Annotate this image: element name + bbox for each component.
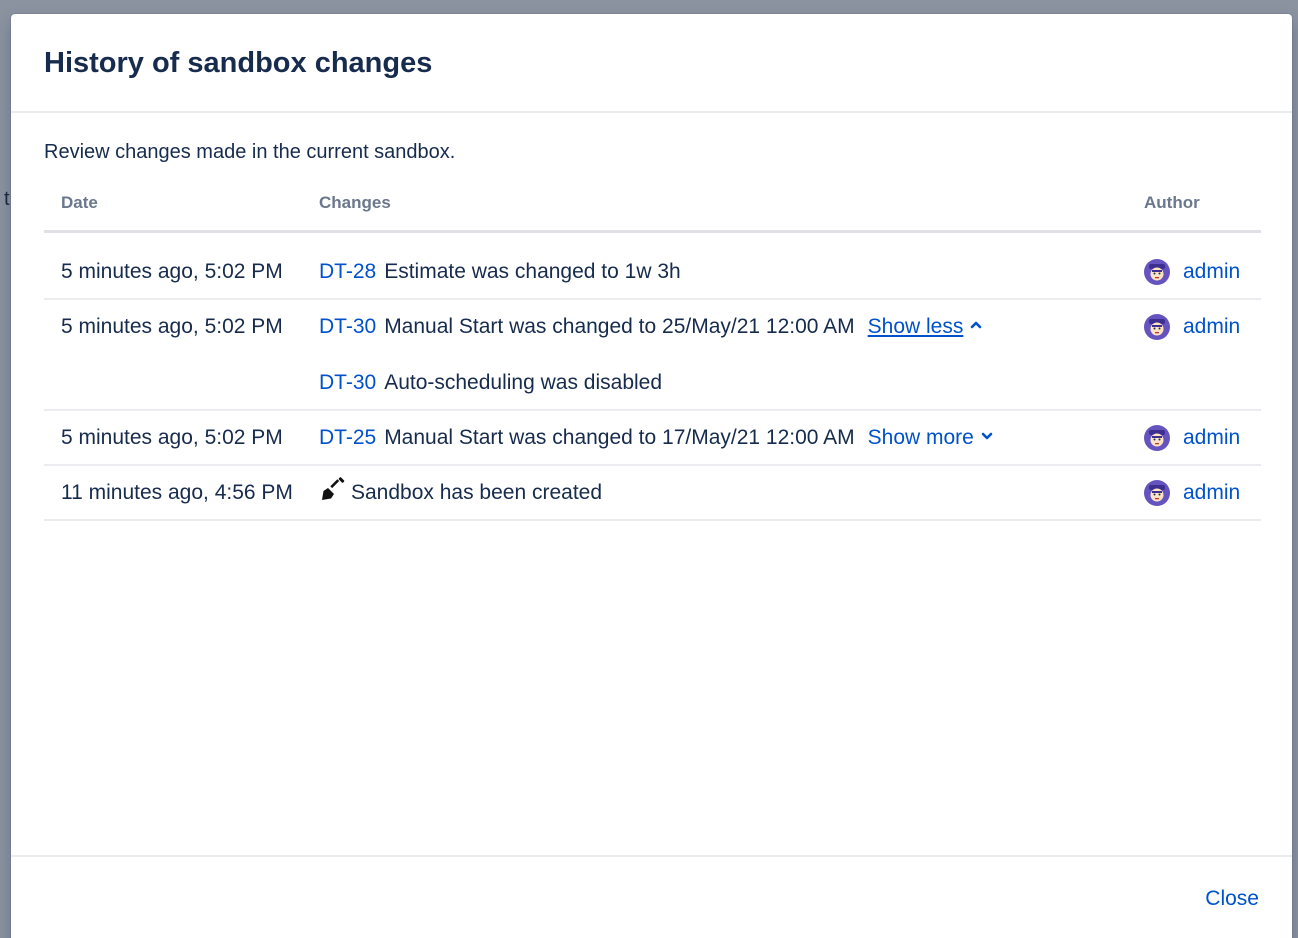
table-row: 5 minutes ago, 5:02 PM DT-25 Manual Start… <box>44 411 1261 466</box>
table-row: 5 minutes ago, 5:02 PM DT-28 Estimate was… <box>44 233 1261 300</box>
dialog-title: History of sandbox changes <box>44 47 433 79</box>
author-cell: admin <box>1114 411 1261 464</box>
author-name: admin <box>1183 481 1241 504</box>
change-entry: DT-30 Auto-scheduling was disabled <box>319 368 1114 398</box>
change-text: Estimate was changed to 1w 3h <box>384 260 681 283</box>
toggle-label: Show more <box>867 426 974 449</box>
show-less-toggle[interactable]: Show less <box>868 315 984 338</box>
avatar-icon <box>1144 259 1170 285</box>
table-row: 5 minutes ago, 5:02 PM DT-30 Manual Start… <box>44 300 1261 411</box>
header-changes: Changes <box>319 193 391 212</box>
change-text: Manual Start was changed to 25/May/21 12… <box>384 315 855 338</box>
change-list: DT-25 Manual Start was changed to 17/May/… <box>319 411 1114 464</box>
author-cell: admin <box>1114 233 1261 298</box>
sandbox-history-dialog: History of sandbox changes Review change… <box>11 14 1292 938</box>
change-entry: DT-25 Manual Start was changed to 17/May/… <box>319 423 1114 453</box>
change-text: Manual Start was changed to 17/May/21 12… <box>384 426 855 449</box>
dialog-intro: Review changes made in the current sandb… <box>44 141 456 163</box>
close-button[interactable]: Close <box>1205 887 1259 911</box>
author[interactable]: admin <box>1144 312 1261 342</box>
change-list: DT-30 Manual Start was changed to 25/May/… <box>319 300 1114 409</box>
change-date: 11 minutes ago, 4:56 PM <box>61 481 293 504</box>
chevron-down-icon <box>981 433 993 440</box>
change-date: 5 minutes ago, 5:02 PM <box>61 426 283 449</box>
change-date: 5 minutes ago, 5:02 PM <box>61 315 283 338</box>
change-list: Sandbox has been created <box>319 466 1114 519</box>
author[interactable]: admin <box>1144 423 1261 453</box>
change-list: DT-28 Estimate was changed to 1w 3h <box>319 233 1114 298</box>
author-name: admin <box>1183 315 1241 338</box>
dialog-body: Review changes made in the current sandb… <box>11 113 1292 521</box>
avatar-icon <box>1144 425 1170 451</box>
change-entry: DT-28 Estimate was changed to 1w 3h <box>319 257 1114 287</box>
changes-table: Date Changes Author 5 minutes ago, 5:02 … <box>44 193 1261 521</box>
header-date: Date <box>61 193 98 212</box>
change-date: 5 minutes ago, 5:02 PM <box>61 260 283 283</box>
table-row: 11 minutes ago, 4:56 PM Sandbox has been… <box>44 466 1261 521</box>
issue-link[interactable]: DT-30 <box>319 315 376 338</box>
avatar-icon <box>1144 314 1170 340</box>
shovel-icon <box>322 477 345 501</box>
table-header: Date Changes Author <box>44 193 1261 233</box>
header-author: Author <box>1144 193 1200 212</box>
dialog-footer: Close <box>11 855 1292 938</box>
author[interactable]: admin <box>1144 257 1261 287</box>
issue-link[interactable]: DT-25 <box>319 426 376 449</box>
toggle-label: Show less <box>867 315 964 338</box>
author-cell: admin <box>1114 300 1261 409</box>
avatar-icon <box>1144 480 1170 506</box>
issue-link[interactable]: DT-28 <box>319 260 376 283</box>
author-cell: admin <box>1114 466 1261 519</box>
show-more-toggle[interactable]: Show more <box>868 426 994 449</box>
change-text: Auto-scheduling was disabled <box>384 371 663 394</box>
background-fragment: t <box>4 188 10 210</box>
issue-link[interactable]: DT-30 <box>319 371 376 394</box>
author-name: admin <box>1183 426 1241 449</box>
author[interactable]: admin <box>1144 478 1261 508</box>
chevron-up-icon <box>971 322 982 329</box>
change-entry: DT-30 Manual Start was changed to 25/May/… <box>319 312 1114 342</box>
dialog-header: History of sandbox changes <box>11 14 1292 113</box>
change-entry: Sandbox has been created <box>319 477 1114 508</box>
change-text: Sandbox has been created <box>351 481 603 504</box>
author-name: admin <box>1183 260 1241 283</box>
